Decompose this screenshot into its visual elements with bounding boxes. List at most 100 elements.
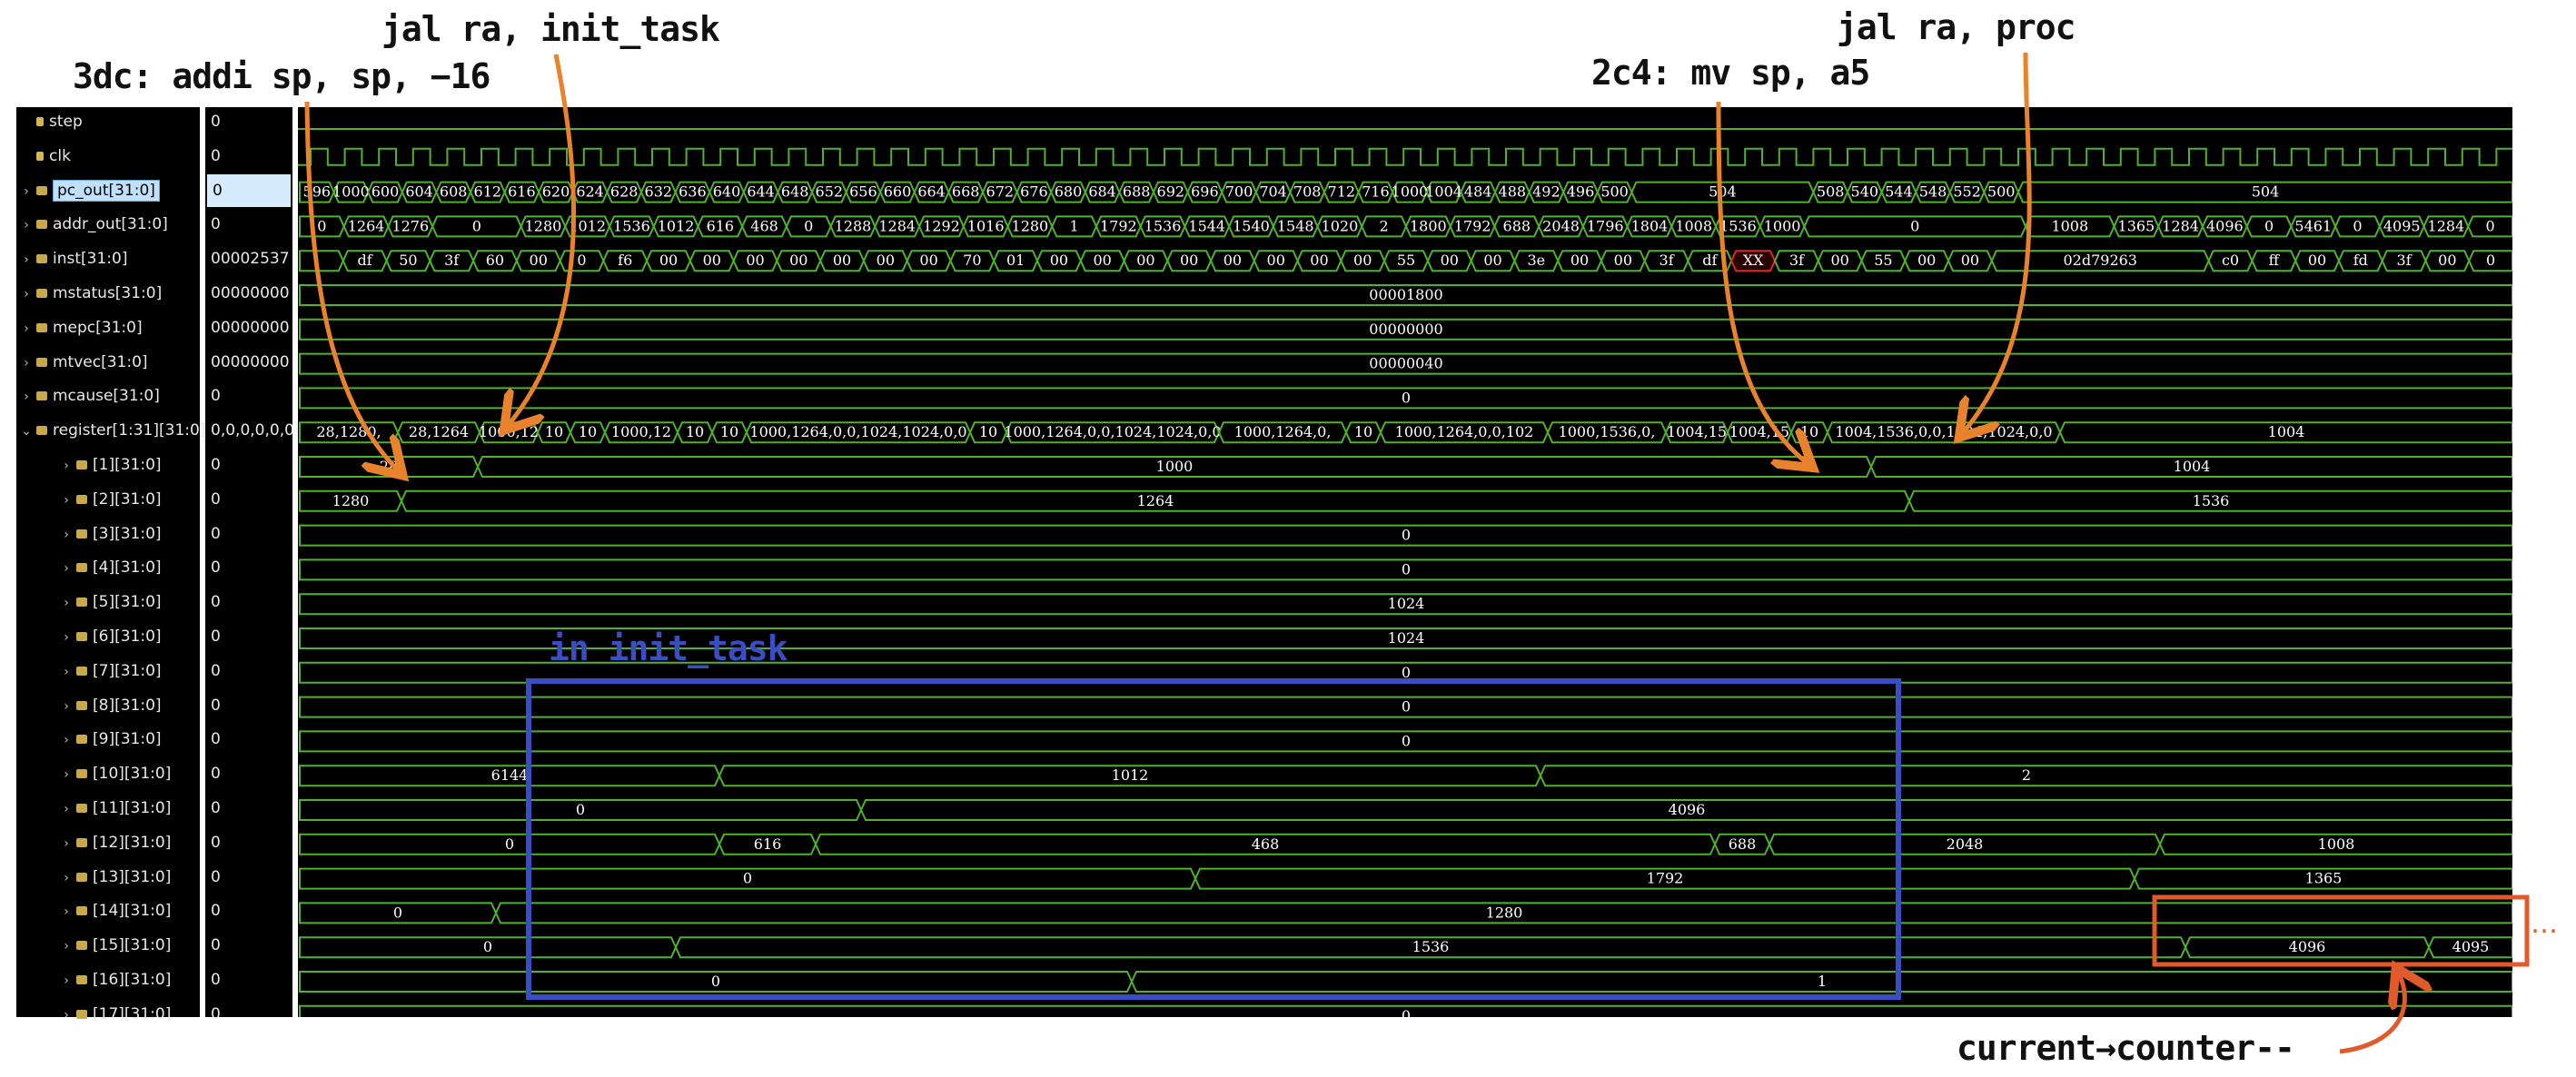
expand-chevron-icon[interactable]: ›: [60, 862, 73, 894]
signal-value: 0: [211, 730, 221, 749]
signal-row-24[interactable]: › [15][31:0]: [60, 929, 171, 962]
signal-row-12[interactable]: › [3][31:0]: [60, 518, 161, 551]
addr_out-segment-value: 1792: [1100, 217, 1137, 234]
signal-row-3[interactable]: › addr_out[31:0]: [20, 208, 168, 241]
expand-chevron-icon[interactable]: ›: [20, 175, 33, 208]
expand-chevron-icon[interactable]: ›: [20, 243, 33, 276]
r15-bus: 0 1536 4096 4095: [299, 936, 2512, 959]
expand-chevron-icon[interactable]: ›: [20, 312, 33, 345]
expand-chevron-icon[interactable]: ›: [60, 895, 73, 928]
inst-segment-value: 00: [1483, 252, 1501, 269]
r9-segment-value: 0: [1402, 732, 1411, 749]
signal-row-23[interactable]: › [14][31:0]: [60, 894, 171, 927]
inst-segment-value: 00: [877, 252, 895, 269]
signal-row-16[interactable]: › [7][31:0]: [60, 655, 161, 688]
annotation-in-init-task: in init_task: [549, 628, 788, 668]
addr_out-segment-value: 4095: [2383, 217, 2421, 234]
signal-row-17[interactable]: › [8][31:0]: [60, 689, 161, 723]
expand-chevron-icon[interactable]: ›: [60, 724, 73, 756]
signal-value: 0: [211, 765, 221, 784]
r1-segment-value: 1004: [2174, 458, 2211, 475]
signal-row-20[interactable]: › [11][31:0]: [60, 792, 171, 825]
expand-chevron-icon[interactable]: ›: [60, 621, 73, 654]
annotation-counter: current→counter--: [1957, 1028, 2295, 1068]
signal-name: addr_out[31:0]: [53, 215, 168, 234]
signal-row-11[interactable]: › [2][31:0]: [60, 483, 161, 517]
register-segment-value: 10: [979, 423, 997, 440]
pc_out-segment-value: 636: [679, 183, 707, 201]
signal-row-4[interactable]: › inst[31:0]: [20, 242, 127, 275]
signal-name: [12][31:0]: [93, 833, 172, 852]
signal-value-pane: 0 0 0 0 00002537 00000000 00000000 00000000 0 0,0…: [205, 107, 294, 1023]
signal-row-6[interactable]: › mepc[31:0]: [20, 311, 143, 345]
signal-value: 0: [211, 558, 221, 578]
pc_out-segment-value: 676: [1020, 183, 1048, 201]
expand-chevron-icon[interactable]: ›: [60, 484, 73, 517]
signal-row-15[interactable]: › [6][31:0]: [60, 620, 161, 654]
waveform-pane[interactable]: 596 1000 600 604 608 612 616 620 624 628 632 636 640…: [298, 107, 2512, 1017]
r1-segment-value: 28: [380, 458, 398, 475]
addr_out-segment-value: 1548: [1277, 217, 1314, 234]
pc_out-segment-value: 668: [952, 183, 980, 201]
mstatus-segment-value: 00001800: [1369, 286, 1442, 303]
pc_out-segment-value: 640: [713, 183, 741, 201]
expand-chevron-icon[interactable]: ›: [20, 347, 33, 380]
signal-row-10[interactable]: › [1][31:0]: [60, 449, 161, 482]
expand-chevron-icon[interactable]: ›: [60, 587, 73, 619]
expand-chevron-icon[interactable]: ›: [60, 450, 73, 482]
expand-chevron-icon[interactable]: ⌄: [20, 415, 33, 448]
signal-row-22[interactable]: › [13][31:0]: [60, 861, 171, 894]
expand-chevron-icon[interactable]: ›: [60, 793, 73, 825]
expand-chevron-icon[interactable]: ›: [20, 380, 33, 413]
signal-row-0[interactable]: step: [20, 105, 83, 138]
expand-chevron-icon[interactable]: ›: [60, 758, 73, 791]
pc_out-segment-value: 656: [849, 183, 877, 201]
addr_out-segment-value: 1284: [2162, 217, 2199, 234]
inst-segment-value: 00: [1050, 252, 1068, 269]
expand-chevron-icon[interactable]: ›: [60, 827, 73, 860]
expand-chevron-icon[interactable]: ›: [20, 209, 33, 242]
addr_out-segment-value: 0: [2486, 217, 2495, 234]
inst-segment-value: 00: [1830, 252, 1848, 269]
signal-name: [15][31:0]: [93, 936, 172, 955]
signal-row-18[interactable]: › [9][31:0]: [60, 723, 161, 756]
pc_out-segment-value: 508: [1817, 183, 1845, 201]
signal-row-14[interactable]: › [5][31:0]: [60, 586, 161, 619]
signal-row-5[interactable]: › mstatus[31:0]: [20, 277, 162, 310]
pc_out-segment-value: 664: [917, 183, 946, 201]
expand-chevron-icon[interactable]: ›: [60, 964, 73, 997]
pc_out-segment-value: 692: [1157, 183, 1185, 201]
expand-chevron-icon[interactable]: ›: [60, 690, 73, 723]
bus-signal-icon: [36, 391, 47, 401]
expand-chevron-icon[interactable]: ›: [60, 519, 73, 551]
signal-row-19[interactable]: › [10][31:0]: [60, 757, 171, 790]
addr_out-segment-value: 1536: [613, 217, 650, 234]
signal-row-2[interactable]: › pc_out[31:0]: [20, 174, 160, 207]
expand-chevron-icon[interactable]: ›: [60, 999, 73, 1032]
signal-row-13[interactable]: › [4][31:0]: [60, 551, 161, 585]
inst-segment-value: 00: [833, 252, 851, 269]
r15-segment-value: 0: [483, 938, 492, 955]
r12-segment-value: 616: [754, 835, 782, 853]
register-segment-value: 1000,1264,0,0,1024,1024,0,0: [1004, 423, 1221, 440]
expand-chevron-icon[interactable]: ›: [60, 552, 73, 585]
expand-chevron-icon[interactable]: ›: [20, 278, 33, 311]
inst-segment-value: 00: [1917, 252, 1936, 269]
signal-row-26[interactable]: › [17][31:0]: [60, 998, 171, 1031]
expand-chevron-icon[interactable]: ›: [60, 656, 73, 688]
signal-row-8[interactable]: › mcause[31:0]: [20, 380, 160, 412]
signal-name: mstatus[31:0]: [53, 284, 163, 302]
signal-row-21[interactable]: › [12][31:0]: [60, 826, 171, 859]
signal-row-1[interactable]: clk: [20, 140, 71, 173]
signal-row-9[interactable]: ⌄ register[1:31][31:0]: [20, 414, 205, 447]
r3-bus: 0: [299, 524, 2512, 547]
register-segment-value: 1004,15: [1729, 423, 1789, 440]
inst-segment-value: 55: [1397, 252, 1415, 269]
r12-segment-value: 0: [505, 835, 514, 853]
addr_out-bus: 0 1264 1276 0 1280 1012 1536 1012 616 468 0 1288 128…: [299, 215, 2512, 238]
signal-row-7[interactable]: › mtvec[31:0]: [20, 346, 147, 380]
signal-name: mepc[31:0]: [53, 318, 143, 337]
signal-row-25[interactable]: › [16][31:0]: [60, 963, 171, 996]
pc_out-segment-value: 700: [1225, 183, 1253, 201]
expand-chevron-icon[interactable]: ›: [60, 930, 73, 963]
